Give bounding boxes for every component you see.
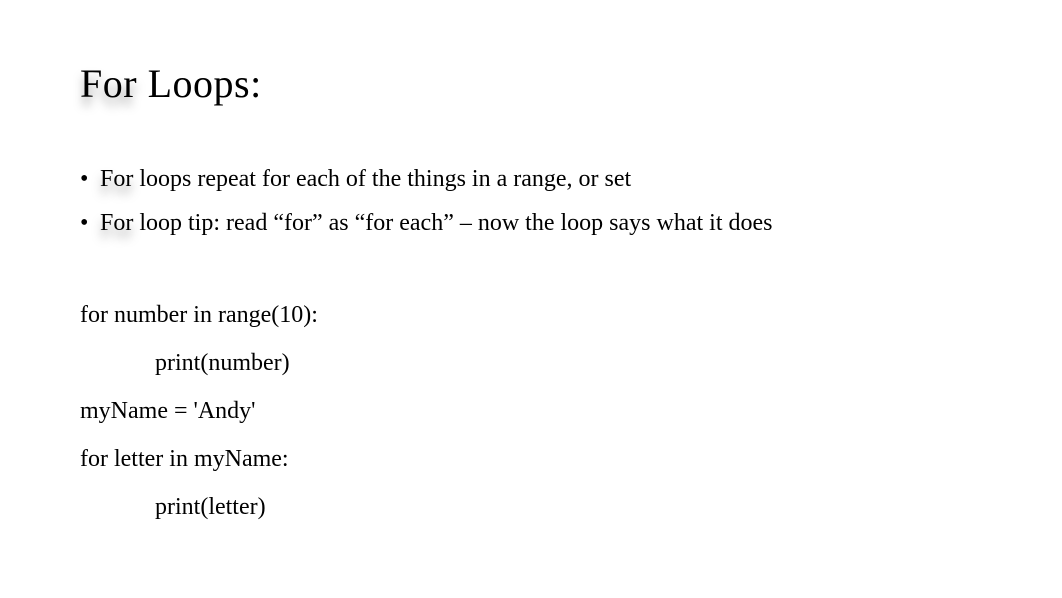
code-line: for letter in myName:: [80, 435, 982, 483]
bullet-item: For loops repeat for each of the things …: [80, 157, 982, 201]
bullet-list: For loops repeat for each of the things …: [80, 157, 982, 246]
code-line: for number in range(10):: [80, 291, 982, 339]
title-rest: Loops:: [137, 61, 262, 106]
bullet-for-word: For: [100, 210, 133, 236]
slide-title: For Loops:: [80, 60, 982, 107]
code-line: myName = 'Andy': [80, 387, 982, 435]
title-for-word: For: [80, 61, 137, 106]
bullet-text: loops: [133, 166, 191, 192]
code-line: print(number): [80, 339, 982, 387]
code-example: for number in range(10): print(number) m…: [80, 291, 982, 531]
bullet-item: For loop tip: read “for” as “for each” –…: [80, 201, 982, 245]
bullet-text: repeat for each of the things in a range…: [191, 166, 631, 192]
bullet-text: loop tip: read “for” as “for each” – now…: [133, 210, 772, 236]
bullet-for-word: For: [100, 166, 133, 192]
code-line: print(letter): [80, 483, 982, 531]
